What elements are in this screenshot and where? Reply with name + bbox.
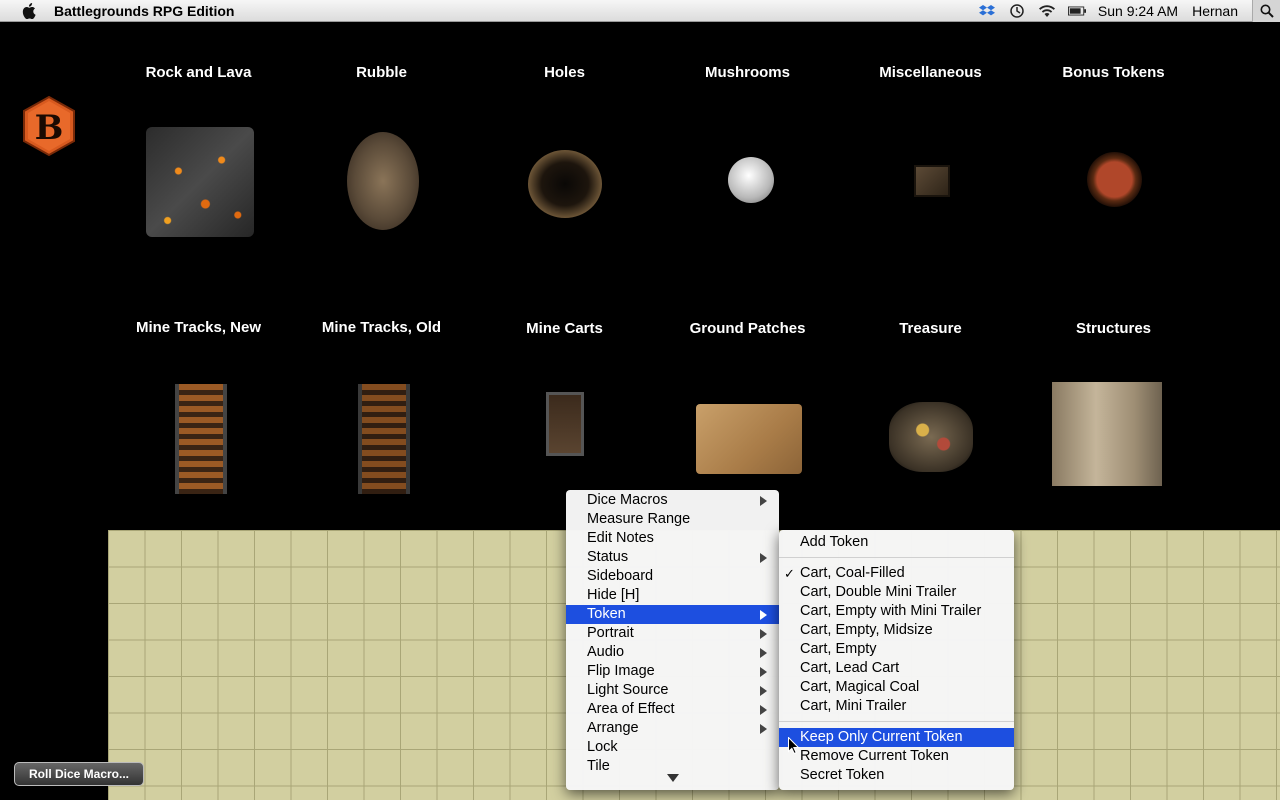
submenu-arrow-icon (760, 610, 767, 620)
submenu-arrow-icon (760, 705, 767, 715)
menu-item-status[interactable]: Status (566, 548, 779, 567)
menu-bar: Battlegrounds RPG Edition Sun 9:24 AM He… (0, 0, 1280, 22)
category-structures[interactable]: Structures (1022, 320, 1205, 337)
submenu-arrow-icon (760, 724, 767, 734)
menu-separator (779, 721, 1014, 722)
token-item[interactable]: Cart, Empty, Midsize (779, 621, 1014, 640)
spotlight-icon[interactable] (1252, 0, 1280, 22)
secret-token-item[interactable]: Secret Token (779, 766, 1014, 785)
menu-item-sideboard[interactable]: Sideboard (566, 567, 779, 586)
category-rock-and-lava[interactable]: Rock and Lava (107, 64, 290, 81)
submenu-arrow-icon (760, 686, 767, 696)
add-token-item[interactable]: Add Token (779, 533, 1014, 552)
rock-and-lava-thumbnail[interactable] (146, 127, 254, 237)
menu-item-audio[interactable]: Audio (566, 643, 779, 662)
token-item[interactable]: Cart, Lead Cart (779, 659, 1014, 678)
token-item[interactable]: Cart, Empty (779, 640, 1014, 659)
menu-item-portrait[interactable]: Portrait (566, 624, 779, 643)
menu-item-hide[interactable]: Hide [H] (566, 586, 779, 605)
roll-dice-macro-button[interactable]: Roll Dice Macro... (14, 762, 144, 786)
menu-item-measure-range[interactable]: Measure Range (566, 510, 779, 529)
checkmark-icon: ✓ (784, 566, 795, 581)
category-ground-patches[interactable]: Ground Patches (656, 320, 839, 337)
mine-tracks-new-thumbnail[interactable] (175, 384, 227, 494)
dropbox-icon[interactable] (978, 3, 996, 19)
menu-clock[interactable]: Sun 9:24 AM (1098, 3, 1178, 19)
submenu-arrow-icon (760, 629, 767, 639)
submenu-arrow-icon (760, 667, 767, 677)
keep-only-current-token-item[interactable]: Keep Only Current Token (779, 728, 1014, 747)
structures-thumbnail[interactable] (1052, 382, 1162, 486)
scroll-down-arrow-icon[interactable] (667, 774, 679, 782)
category-rubble[interactable]: Rubble (290, 64, 473, 81)
menu-item-arrange[interactable]: Arrange (566, 719, 779, 738)
bonus-tokens-thumbnail[interactable] (1087, 152, 1142, 207)
mine-tracks-old-thumbnail[interactable] (358, 384, 410, 494)
holes-thumbnail[interactable] (528, 150, 602, 218)
menu-item-lock[interactable]: Lock (566, 738, 779, 757)
token-submenu: Add Token ✓ Cart, Coal-Filled Cart, Doubl… (779, 530, 1014, 790)
apple-menu-icon[interactable] (18, 0, 40, 22)
app-name[interactable]: Battlegrounds RPG Edition (54, 3, 234, 19)
token-item[interactable]: Cart, Empty with Mini Trailer (779, 602, 1014, 621)
ground-patches-thumbnail[interactable] (696, 404, 802, 474)
category-mine-carts[interactable]: Mine Carts (473, 320, 656, 337)
submenu-arrow-icon (760, 553, 767, 563)
app-logo-icon[interactable]: B (22, 95, 76, 157)
mouse-cursor-icon (788, 736, 800, 755)
category-holes[interactable]: Holes (473, 64, 656, 81)
mine-carts-thumbnail[interactable] (546, 392, 584, 456)
treasure-thumbnail[interactable] (889, 402, 973, 472)
submenu-arrow-icon (760, 496, 767, 506)
status-tray: Sun 9:24 AM Hernan (978, 0, 1280, 22)
time-machine-icon[interactable] (1008, 3, 1026, 19)
battery-icon[interactable] (1067, 3, 1086, 19)
menu-item-token[interactable]: Token (566, 605, 779, 624)
category-mine-tracks-old[interactable]: Mine Tracks, Old (290, 319, 473, 336)
menu-separator (779, 557, 1014, 558)
submenu-arrow-icon (760, 648, 767, 658)
category-mine-tracks-new[interactable]: Mine Tracks, New (107, 319, 290, 336)
menu-item-edit-notes[interactable]: Edit Notes (566, 529, 779, 548)
category-bonus-tokens[interactable]: Bonus Tokens (1022, 64, 1205, 81)
category-mushrooms[interactable]: Mushrooms (656, 64, 839, 81)
logo-letter: B (35, 108, 64, 148)
token-item[interactable]: ✓ Cart, Coal-Filled (779, 564, 1014, 583)
category-miscellaneous[interactable]: Miscellaneous (839, 64, 1022, 81)
user-name[interactable]: Hernan (1192, 3, 1238, 19)
rubble-thumbnail[interactable] (347, 132, 419, 230)
remove-current-token-item[interactable]: Remove Current Token (779, 747, 1014, 766)
token-item[interactable]: Cart, Magical Coal (779, 678, 1014, 697)
context-menu: Dice Macros Measure Range Edit Notes Sta… (566, 490, 779, 790)
miscellaneous-thumbnail[interactable] (914, 165, 950, 197)
wifi-icon[interactable] (1038, 3, 1056, 19)
category-treasure[interactable]: Treasure (839, 320, 1022, 337)
menu-item-flip-image[interactable]: Flip Image (566, 662, 779, 681)
token-item[interactable]: Cart, Mini Trailer (779, 697, 1014, 716)
token-item[interactable]: Cart, Double Mini Trailer (779, 583, 1014, 602)
mushrooms-thumbnail[interactable] (728, 157, 774, 203)
menu-item-light-source[interactable]: Light Source (566, 681, 779, 700)
menu-item-dice-macros[interactable]: Dice Macros (566, 491, 779, 510)
menu-item-area-of-effect[interactable]: Area of Effect (566, 700, 779, 719)
